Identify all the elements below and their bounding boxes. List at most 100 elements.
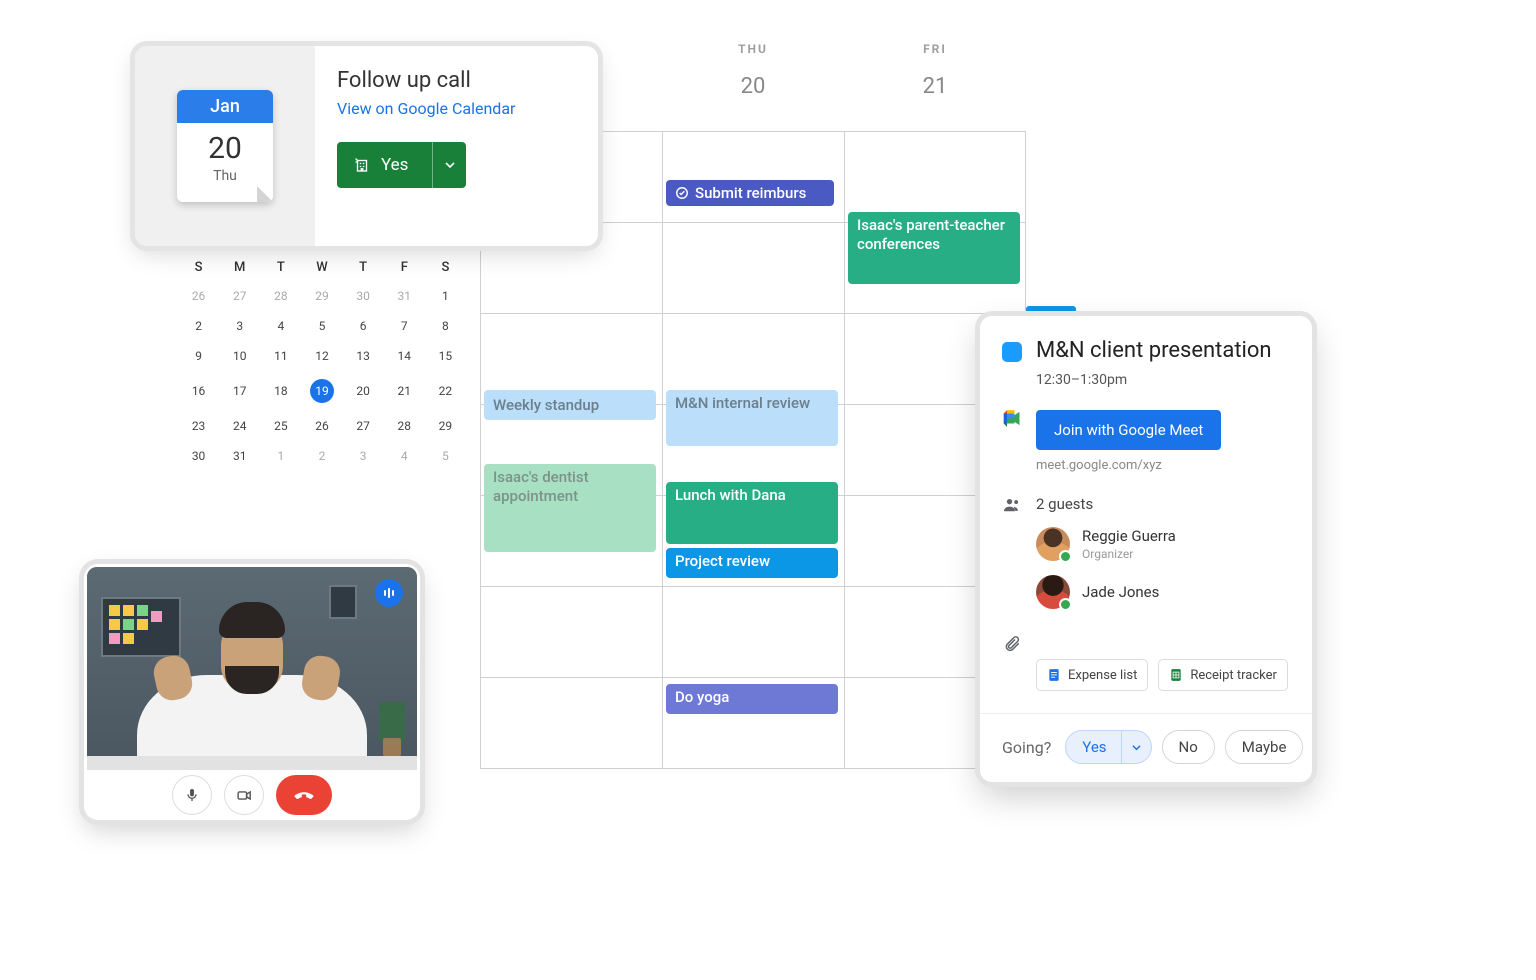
google-meet-card xyxy=(84,564,420,820)
mini-day-cell[interactable]: 21 xyxy=(384,371,425,411)
mini-day-cell[interactable]: 20 xyxy=(343,371,384,411)
caret-down-icon xyxy=(1132,743,1141,752)
mini-day-cell[interactable]: 26 xyxy=(301,411,342,441)
mini-day-cell[interactable]: 13 xyxy=(343,341,384,371)
mini-day-cell[interactable]: 30 xyxy=(178,441,219,471)
mini-dow-label: S xyxy=(178,254,219,281)
rsvp-maybe-button[interactable]: Maybe xyxy=(1225,730,1304,764)
docs-icon xyxy=(1047,668,1061,682)
rsvp-yes-label: Yes xyxy=(381,155,408,175)
guest-row[interactable]: Jade Jones xyxy=(1036,575,1290,609)
week-day-thu[interactable]: THU 20 xyxy=(662,42,844,132)
mini-dow-label: M xyxy=(219,254,260,281)
rsvp-dropdown-button[interactable] xyxy=(432,142,466,188)
mini-day-cell[interactable]: 18 xyxy=(260,371,301,411)
event-title: Do yoga xyxy=(675,688,729,706)
mini-day-cell[interactable]: 27 xyxy=(219,281,260,311)
attachment-label: Expense list xyxy=(1068,668,1137,683)
end-call-button[interactable] xyxy=(276,775,332,815)
mini-day-cell[interactable]: 5 xyxy=(301,311,342,341)
mini-day-cell[interactable]: 29 xyxy=(425,411,466,441)
mute-mic-button[interactable] xyxy=(172,775,212,815)
event-title: Weekly standup xyxy=(493,396,599,414)
guest-role: Organizer xyxy=(1082,547,1176,561)
mini-day-cell[interactable]: 4 xyxy=(384,441,425,471)
mini-day-cell[interactable]: 19 xyxy=(301,371,342,411)
followup-date-panel: Jan 20 Thu xyxy=(135,46,315,246)
guest-name: Jade Jones xyxy=(1082,583,1159,601)
event-title: Lunch with Dana xyxy=(675,486,786,504)
rsvp-yes-button[interactable]: Yes xyxy=(1065,730,1121,764)
dow-label: FRI xyxy=(844,42,1026,56)
accepted-check-icon xyxy=(1059,550,1072,563)
attachment-expense-list[interactable]: Expense list xyxy=(1036,659,1148,691)
event-project-review[interactable]: Project review xyxy=(666,548,838,578)
mini-day-cell[interactable]: 4 xyxy=(260,311,301,341)
mini-day-cell[interactable]: 10 xyxy=(219,341,260,371)
mini-day-cell[interactable]: 3 xyxy=(219,311,260,341)
attachment-receipt-tracker[interactable]: Receipt tracker xyxy=(1158,659,1288,691)
mini-day-cell[interactable]: 25 xyxy=(260,411,301,441)
mini-day-cell[interactable]: 22 xyxy=(425,371,466,411)
mini-day-cell[interactable]: 6 xyxy=(343,311,384,341)
mini-dow-label: W xyxy=(301,254,342,281)
event-color-swatch xyxy=(1002,342,1022,362)
mini-day-cell[interactable]: 1 xyxy=(425,281,466,311)
meet-video-tile[interactable] xyxy=(87,567,417,770)
mini-day-cell[interactable]: 27 xyxy=(343,411,384,441)
camera-icon xyxy=(236,787,253,804)
join-google-meet-button[interactable]: Join with Google Meet xyxy=(1036,410,1221,450)
mini-day-cell[interactable]: 17 xyxy=(219,371,260,411)
view-on-google-calendar-link[interactable]: View on Google Calendar xyxy=(337,99,576,118)
event-title: Project review xyxy=(675,552,770,570)
event-do-yoga[interactable]: Do yoga xyxy=(666,684,838,714)
mini-day-cell[interactable]: 1 xyxy=(260,441,301,471)
mini-day-cell[interactable]: 15 xyxy=(425,341,466,371)
toggle-camera-button[interactable] xyxy=(224,775,264,815)
event-parent-teacher[interactable]: Isaac's parent-teacher conferences xyxy=(848,212,1020,284)
event-submit-reimburs[interactable]: Submit reimburs xyxy=(666,180,834,206)
attachment-icon xyxy=(1003,635,1021,653)
mini-month-calendar: SMTWTFS 26272829303112345678910111213141… xyxy=(178,254,466,471)
mini-day-cell[interactable]: 23 xyxy=(178,411,219,441)
mini-day-cell[interactable]: 14 xyxy=(384,341,425,371)
guests-icon xyxy=(1002,495,1022,515)
meet-url: meet.google.com/xyz xyxy=(1036,458,1290,473)
event-dentist[interactable]: Isaac's dentist appointment xyxy=(484,464,656,552)
rsvp-yes-button[interactable]: Yes xyxy=(337,142,432,188)
mini-day-cell[interactable]: 28 xyxy=(384,411,425,441)
mini-day-cell[interactable]: 11 xyxy=(260,341,301,371)
event-internal-review[interactable]: M&N internal review xyxy=(666,390,838,446)
avatar xyxy=(1036,527,1070,561)
mini-day-cell[interactable]: 2 xyxy=(178,311,219,341)
mini-day-cell[interactable]: 12 xyxy=(301,341,342,371)
mini-day-cell[interactable]: 30 xyxy=(343,281,384,311)
mini-day-cell[interactable]: 7 xyxy=(384,311,425,341)
mini-day-cell[interactable]: 31 xyxy=(219,441,260,471)
followup-title: Follow up call xyxy=(337,68,576,93)
mini-day-cell[interactable]: 5 xyxy=(425,441,466,471)
mini-day-cell[interactable]: 29 xyxy=(301,281,342,311)
mini-day-cell[interactable]: 9 xyxy=(178,341,219,371)
speaking-indicator-icon xyxy=(375,579,403,607)
mini-day-cell[interactable]: 3 xyxy=(343,441,384,471)
event-lunch[interactable]: Lunch with Dana xyxy=(666,482,838,544)
hangup-icon xyxy=(293,784,315,806)
meet-toolbar xyxy=(84,770,420,820)
rsvp-no-button[interactable]: No xyxy=(1162,730,1215,764)
mini-day-cell[interactable]: 31 xyxy=(384,281,425,311)
mini-day-cell[interactable]: 2 xyxy=(301,441,342,471)
event-detail-card: M&N client presentation 12:30–1:30pm Joi… xyxy=(980,316,1312,782)
mini-day-cell[interactable]: 16 xyxy=(178,371,219,411)
mini-dow-label: T xyxy=(343,254,384,281)
event-detail-title: M&N client presentation xyxy=(1036,338,1272,364)
mini-day-cell[interactable]: 28 xyxy=(260,281,301,311)
rsvp-yes-dropdown[interactable] xyxy=(1122,730,1152,764)
mini-dow-label: F xyxy=(384,254,425,281)
event-weekly-standup[interactable]: Weekly standup xyxy=(484,390,656,420)
mini-day-cell[interactable]: 26 xyxy=(178,281,219,311)
week-day-fri[interactable]: FRI 21 xyxy=(844,42,1026,132)
guest-row[interactable]: Reggie Guerra Organizer xyxy=(1036,527,1290,561)
mini-day-cell[interactable]: 8 xyxy=(425,311,466,341)
mini-day-cell[interactable]: 24 xyxy=(219,411,260,441)
